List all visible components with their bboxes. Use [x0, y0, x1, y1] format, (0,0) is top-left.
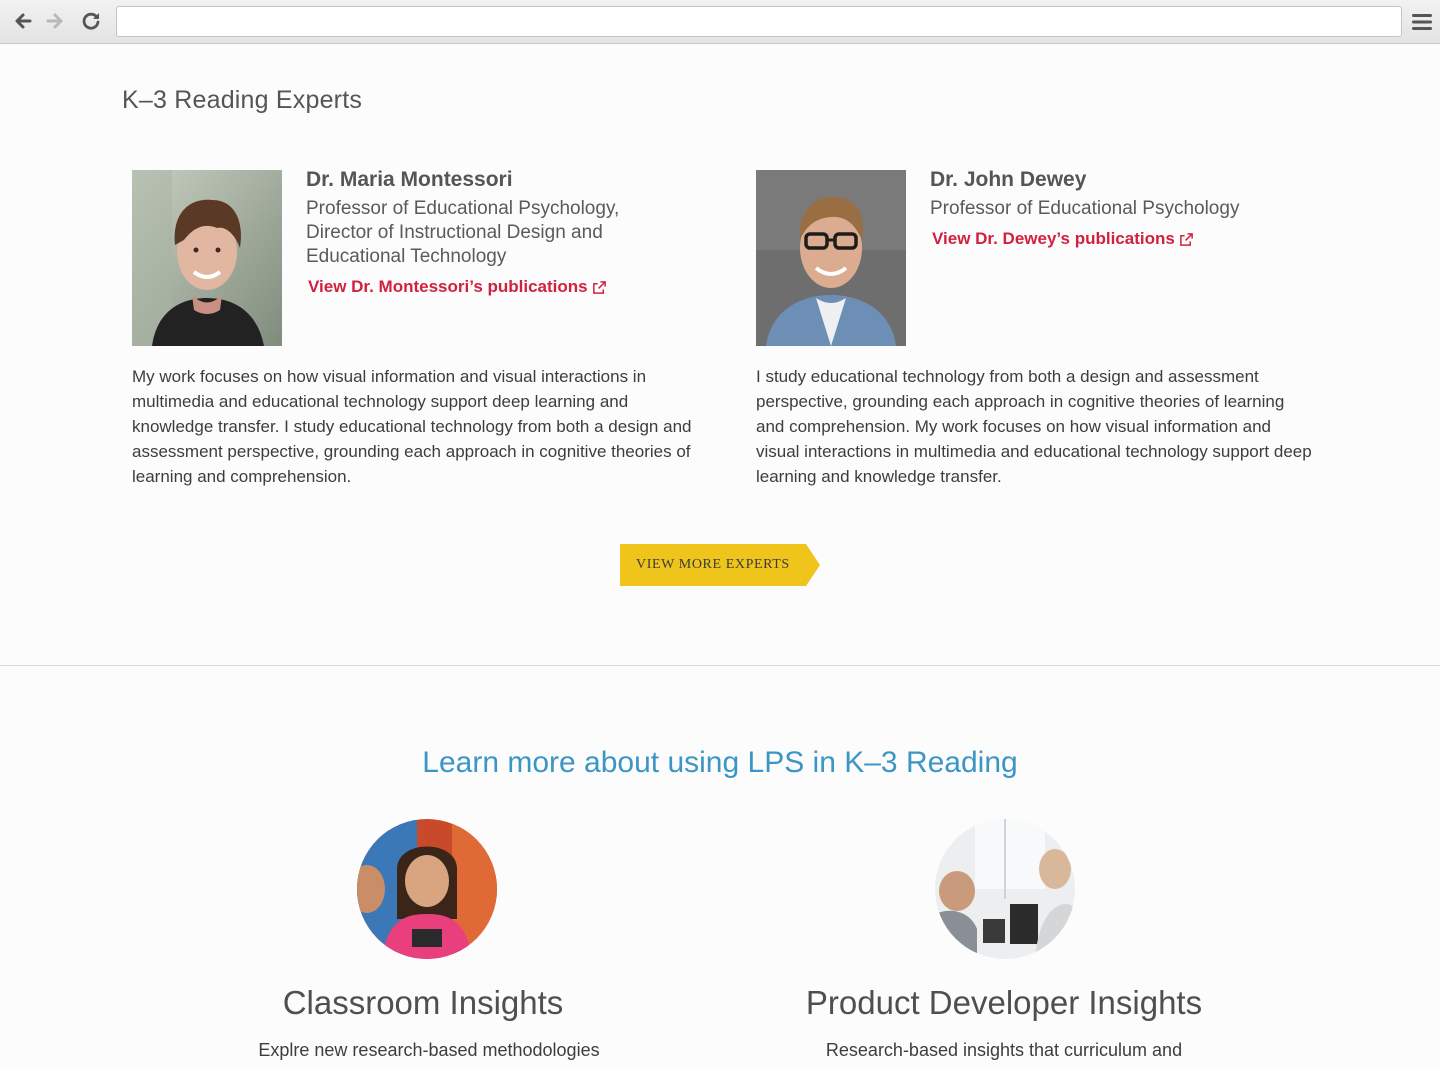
forward-arrow-icon[interactable] — [44, 10, 66, 32]
classroom-insights-image[interactable] — [357, 819, 497, 959]
expert-bio: My work focuses on how visual informatio… — [132, 367, 692, 486]
hamburger-menu-icon[interactable] — [1411, 12, 1433, 32]
section-divider — [0, 665, 1440, 666]
expert-name: Dr. Maria Montessori — [306, 168, 513, 191]
product-developer-insights-image[interactable] — [935, 819, 1075, 959]
expert-photo-montessori — [132, 170, 282, 346]
publications-link-label: View Dr. Montessori’s publications — [308, 277, 588, 296]
expert-photo-dewey — [756, 170, 906, 346]
insight-title[interactable]: Classroom Insights — [123, 984, 723, 1022]
address-bar[interactable] — [116, 6, 1402, 37]
publications-link-label: View Dr. Dewey’s publications — [932, 229, 1175, 248]
publications-link[interactable]: View Dr. Montessori’s publications — [308, 277, 607, 297]
insight-title[interactable]: Product Developer Insights — [704, 984, 1304, 1022]
expert-bio: I study educational technology from both… — [756, 367, 1312, 486]
expert-title: Professor of Educational Psychology, Dir… — [306, 198, 620, 267]
browser-toolbar — [0, 0, 1440, 44]
insight-text: Explre new research-based methodologies — [258, 1040, 600, 1060]
view-more-experts-button[interactable]: VIEW MORE EXPERTS — [620, 544, 820, 586]
publications-link[interactable]: View Dr. Dewey’s publications — [932, 229, 1194, 249]
back-arrow-icon[interactable] — [12, 10, 34, 32]
learn-more-heading: Learn more about using LPS in K–3 Readin… — [422, 746, 1018, 779]
section-title: K–3 Reading Experts — [122, 86, 363, 114]
external-link-icon — [592, 280, 606, 294]
external-link-icon — [1179, 232, 1193, 246]
insight-text: Research-based insights that curriculum … — [825, 1040, 1183, 1060]
expert-title: Professor of Educational Psychology — [930, 198, 1240, 219]
expert-name: Dr. John Dewey — [930, 168, 1087, 191]
reload-icon[interactable] — [80, 10, 102, 32]
